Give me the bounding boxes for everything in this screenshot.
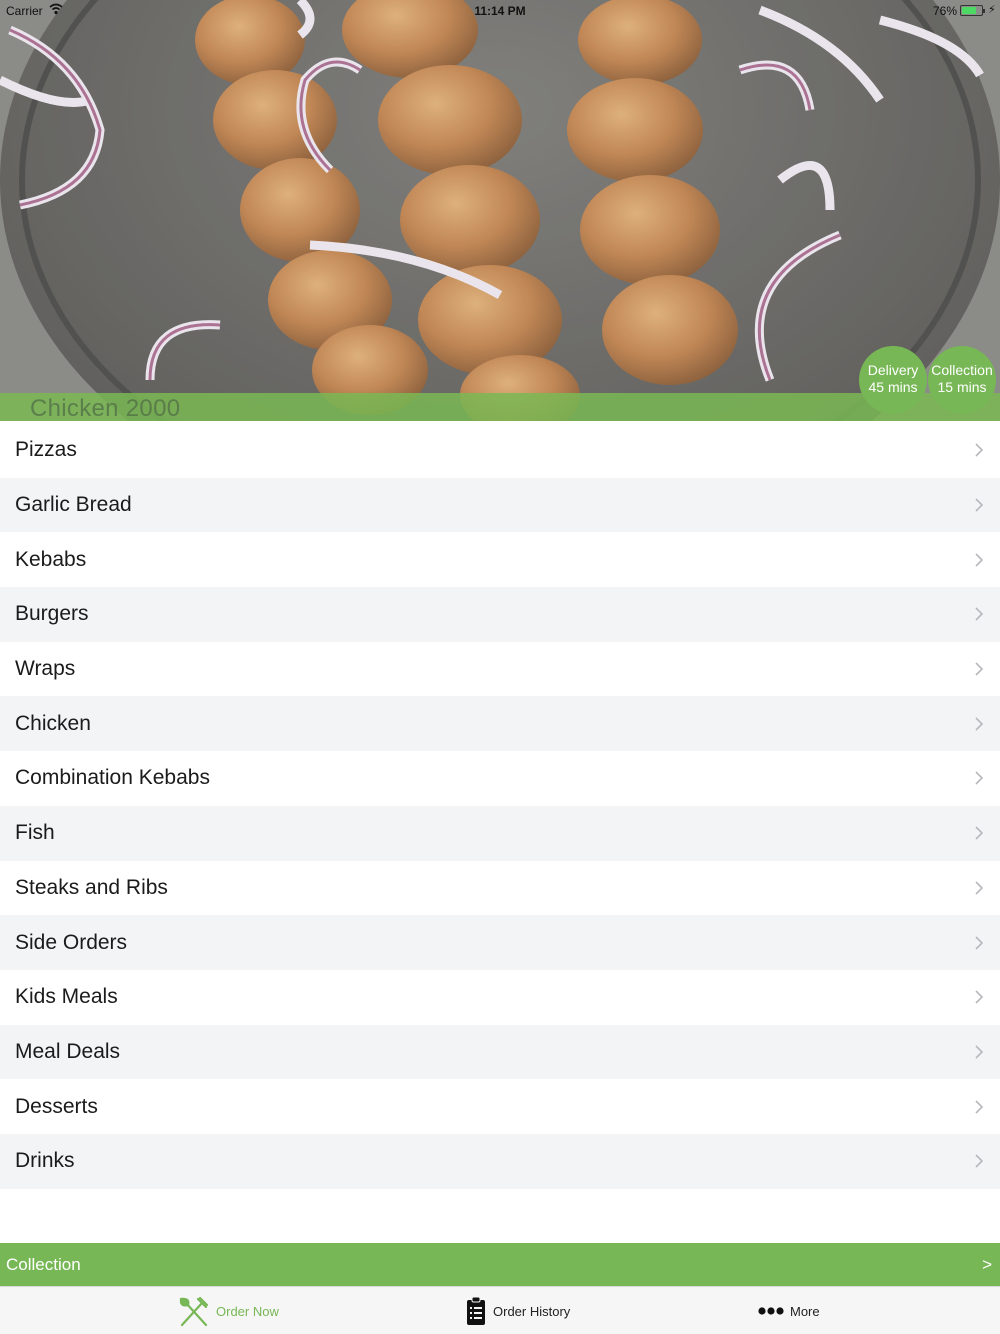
menu-category-list: Pizzas Garlic Bread Kebabs Burgers Wraps… xyxy=(0,423,1000,1189)
tab-order-history[interactable]: Order History xyxy=(465,1287,570,1334)
category-label: Meal Deals xyxy=(15,1039,121,1063)
hero-food-image xyxy=(0,0,1000,421)
status-bar: Carrier 11:14 PM 76% ⚡ xyxy=(0,0,1000,22)
charging-bolt-icon: ⚡ xyxy=(988,4,996,16)
chevron-right-icon xyxy=(975,826,984,840)
category-label: Side Orders xyxy=(15,930,128,954)
chevron-right-icon xyxy=(975,443,984,457)
tab-more[interactable]: More xyxy=(758,1287,820,1334)
chevron-right-icon xyxy=(975,881,984,895)
clipboard-list-icon xyxy=(467,1296,485,1325)
more-dots-icon xyxy=(758,1307,784,1315)
clock-time: 11:14 PM xyxy=(474,4,526,18)
restaurant-title-band: Chicken 2000 xyxy=(0,393,1000,422)
category-row[interactable]: Pizzas xyxy=(0,423,1000,478)
chevron-right-icon xyxy=(975,717,984,731)
category-row[interactable]: Burgers xyxy=(0,587,1000,642)
kebab-skewers-illustration xyxy=(0,0,1000,421)
category-label: Kids Meals xyxy=(15,985,118,1009)
collection-label: Collection xyxy=(931,362,993,378)
category-row[interactable]: Steaks and Ribs xyxy=(0,860,1000,916)
category-label: Garlic Bread xyxy=(15,493,132,517)
chevron-right-icon xyxy=(975,553,984,567)
restaurant-name: Chicken 2000 xyxy=(30,395,181,422)
tab-label: Order History xyxy=(493,1303,571,1319)
chevron-right-icon xyxy=(975,1154,984,1168)
tab-label: More xyxy=(790,1303,820,1319)
category-row[interactable]: Chicken xyxy=(0,696,1000,752)
category-label: Kebabs xyxy=(15,547,87,571)
category-row[interactable]: Drinks xyxy=(0,1133,1000,1189)
category-label: Combination Kebabs xyxy=(15,766,210,790)
delivery-time: 45 mins xyxy=(868,379,918,395)
category-row[interactable]: Fish xyxy=(0,805,1000,861)
category-row[interactable]: Kids Meals xyxy=(0,969,1000,1025)
chevron-right-icon xyxy=(975,990,984,1004)
order-mode-arrow: > xyxy=(982,1255,992,1274)
order-mode-label: Collection xyxy=(6,1255,81,1274)
category-label: Chicken xyxy=(15,711,91,735)
tab-bar: Order Now Order History More xyxy=(0,1286,1000,1334)
battery-icon xyxy=(960,5,985,16)
chevron-right-icon xyxy=(975,771,984,786)
category-label: Burgers xyxy=(15,602,89,626)
tab-label: Order Now xyxy=(216,1303,279,1319)
tab-order-now[interactable]: Order Now xyxy=(178,1287,279,1334)
chevron-right-icon xyxy=(975,662,984,676)
chevron-right-icon xyxy=(975,935,984,950)
category-row[interactable]: Meal Deals xyxy=(0,1024,1000,1080)
category-row[interactable]: Kebabs xyxy=(0,532,1000,588)
delivery-label: Delivery xyxy=(867,362,919,378)
category-row[interactable]: Side Orders xyxy=(0,915,1000,970)
category-label: Wraps xyxy=(15,657,76,681)
category-label: Steaks and Ribs xyxy=(15,875,168,899)
chevron-right-icon xyxy=(975,607,984,621)
category-row[interactable]: Garlic Bread xyxy=(0,477,1000,533)
category-label: Desserts xyxy=(15,1094,98,1118)
category-label: Fish xyxy=(15,821,55,845)
battery-percent: 76% xyxy=(933,4,958,18)
category-label: Drinks xyxy=(15,1149,75,1173)
category-row[interactable]: Combination Kebabs xyxy=(0,751,1000,806)
chevron-right-icon xyxy=(975,1100,984,1114)
order-mode-bar[interactable]: Collection > xyxy=(0,1243,1000,1286)
chevron-right-icon xyxy=(975,1045,984,1059)
fork-knife-icon xyxy=(179,1296,209,1327)
delivery-time-badge[interactable]: Delivery 45 mins xyxy=(859,346,927,414)
collection-time: 15 mins xyxy=(937,379,987,395)
category-label: Pizzas xyxy=(15,438,77,462)
category-row[interactable]: Wraps xyxy=(0,641,1000,697)
chevron-right-icon xyxy=(975,498,984,512)
category-row[interactable]: Desserts xyxy=(0,1079,1000,1134)
collection-time-badge[interactable]: Collection 15 mins xyxy=(928,346,996,414)
